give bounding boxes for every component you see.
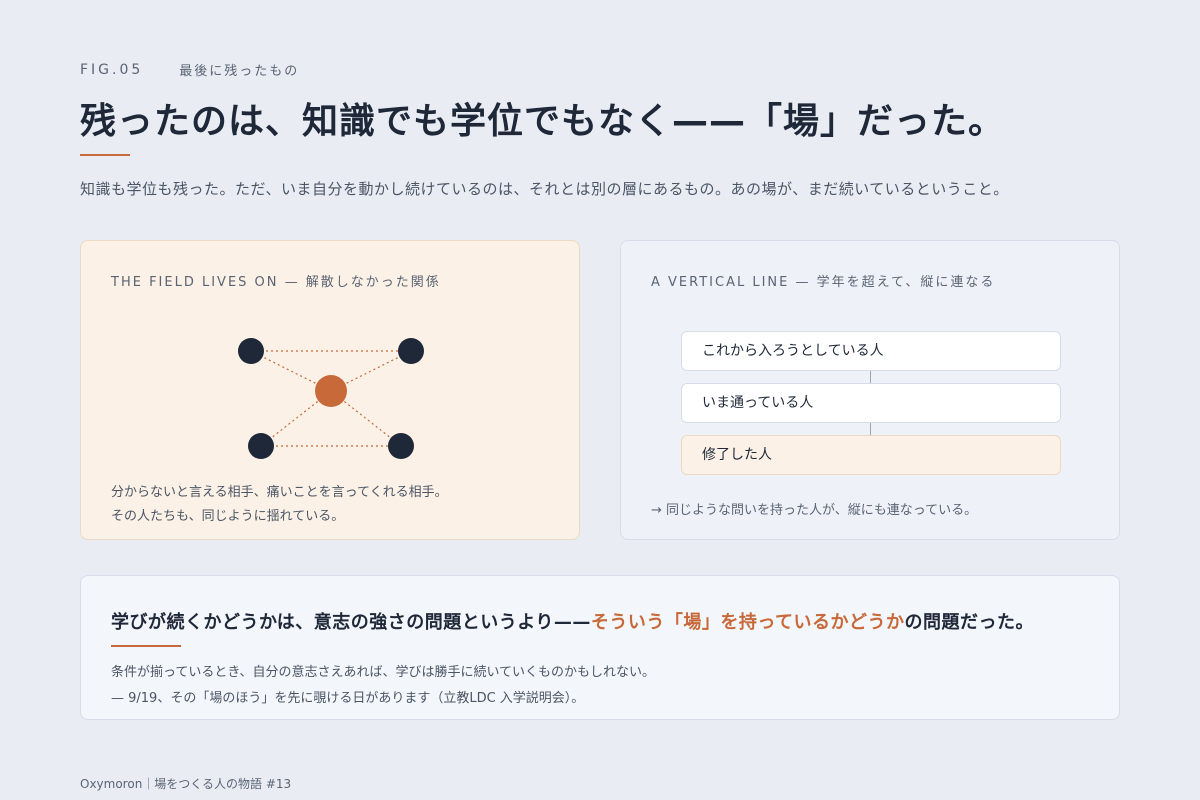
stack-item-current: いま通っている人 (681, 383, 1061, 423)
title-accent-rule (80, 154, 130, 156)
network-node (398, 338, 424, 364)
conclusion-accent-rule (111, 645, 181, 647)
field-card-title: THE FIELD LIVES ON — 解散しなかった関係 (111, 275, 441, 290)
figure-subtitle: 最後に残ったもの (179, 64, 300, 79)
conclusion-line: 条件が揃っているとき、自分の意志さえあれば、学びは勝手に続いていくものかもしれな… (111, 665, 656, 680)
network-node (238, 338, 264, 364)
network-node (248, 433, 274, 459)
field-card: THE FIELD LIVES ON — 解散しなかった関係 分からないと言える… (80, 240, 580, 540)
page-title: 残ったのは、知識でも学位でもなく——「場」だった。 (80, 101, 1006, 142)
footer-credit: Oxymoron｜場をつくる人の物語 #13 (80, 777, 292, 791)
conclusion-part-1: 学びが続くかどうかは、意志の強さの問題というより—— (111, 612, 591, 633)
figure-number: FIG.05 (80, 61, 144, 78)
lead-text: 知識も学位も残った。ただ、いま自分を動かし続けているのは、それとは別の層にあるも… (80, 180, 1009, 198)
vertical-line-card: A VERTICAL LINE — 学年を超えて、縦に連なる これから入ろうとし… (620, 240, 1120, 540)
network-node (388, 433, 414, 459)
vertical-card-title: A VERTICAL LINE — 学年を超えて、縦に連なる (651, 275, 996, 290)
field-card-caption: 分からないと言える相手、痛いことを言ってくれる相手。 その人たちも、同じように揺… (111, 481, 448, 529)
network-diagram (238, 338, 424, 459)
event-note: — 9/19、その「場のほう」を先に覗ける日があります（立教LDC 入学説明会）… (111, 691, 585, 706)
network-center-node (315, 375, 347, 407)
figure-label: FIG.05 最後に残ったもの (80, 60, 300, 80)
conclusion-statement: 学びが続くかどうかは、意志の強さの問題というより——そういう「場」を持っているか… (111, 608, 1034, 634)
caption-line: その人たちも、同じように揺れている。 (111, 509, 345, 524)
vertical-card-note: → 同じような問いを持った人が、縦にも連なっている。 (651, 503, 978, 518)
conclusion-highlight: そういう「場」を持っているかどうか (590, 612, 905, 633)
generation-stack: これから入ろうとしている人 いま通っている人 修了した人 (681, 331, 1061, 487)
stack-item-prospective: これから入ろうとしている人 (681, 331, 1061, 371)
caption-line: 分からないと言える相手、痛いことを言ってくれる相手。 (111, 485, 448, 500)
stack-item-graduate: 修了した人 (681, 435, 1061, 475)
conclusion-part-2: の問題だった。 (904, 612, 1035, 633)
conclusion-body: 条件が揃っているとき、自分の意志さえあれば、学びは勝手に続いていくものかもしれな… (111, 660, 655, 712)
conclusion-card: 学びが続くかどうかは、意志の強さの問題というより——そういう「場」を持っているか… (80, 575, 1120, 720)
